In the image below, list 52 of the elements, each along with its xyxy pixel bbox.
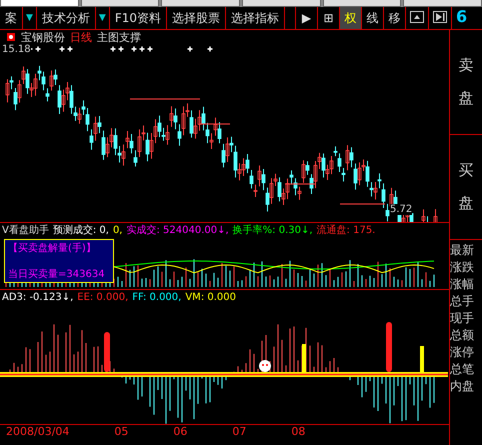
readout: AD3: -0.123↓, [2, 292, 74, 302]
period-label: 日线 [70, 30, 92, 44]
top-tab[interactable] [403, 0, 482, 7]
quote-label: 总手 [450, 293, 475, 310]
dropdown-caret[interactable]: ▼ [96, 7, 110, 29]
quote-label: 最新 [450, 242, 475, 259]
readout: 流通盘: 175. [316, 224, 376, 237]
info-box-text: 当日买卖量=343634 [8, 268, 106, 281]
readout: 换手率%: 0.30↓, [232, 224, 313, 237]
signal-bar [302, 344, 306, 372]
date-label: 07 [232, 425, 246, 439]
chart-name: 主图支撑 [97, 30, 141, 44]
top-tab[interactable] [0, 0, 79, 7]
quote-label: 总额 [450, 327, 475, 344]
edge-label: 6 [455, 7, 468, 28]
readout: 预测成交: 0, [52, 224, 109, 237]
top-tab[interactable] [322, 0, 402, 7]
signal-bar [386, 322, 392, 372]
sell-label: 卖盘 [458, 55, 474, 109]
low-price-label: 5.72 [390, 204, 412, 215]
tool-button[interactable]: 权 [340, 7, 362, 29]
top-tab[interactable] [161, 0, 240, 7]
quote-label: 涨停 [450, 344, 475, 361]
support-line [130, 98, 200, 100]
readout: 0, [112, 224, 122, 236]
date-label: 08 [291, 425, 306, 439]
readout: FF: 0.000, [132, 292, 182, 302]
quote-label: 现手 [450, 310, 475, 327]
high-price-label: 15.18 [2, 44, 31, 55]
date-label: 05 [114, 425, 128, 439]
smiley-icon [259, 360, 271, 372]
stock-bullet-icon [6, 32, 16, 42]
date-label: 2008/03/04 [6, 425, 70, 439]
quote-label: 涨跌 [450, 259, 475, 276]
readout: EE: 0.000, [77, 292, 128, 302]
top-tab[interactable] [242, 0, 321, 7]
info-box-title: 【买卖盘解量(手)】 [8, 242, 97, 255]
signal-bar [420, 346, 424, 372]
date-label: 06 [173, 425, 188, 439]
signal-bar [104, 332, 110, 372]
quote-label: 内盘 [450, 378, 475, 395]
readout: VM: 0.000 [185, 292, 236, 302]
panel-title: V看盘助手 [2, 224, 49, 237]
skip-end-icon [433, 10, 448, 22]
quote-label: 涨幅 [450, 276, 475, 293]
panel-up-icon [410, 10, 424, 22]
readout: 实成交: 524040.00↓, [126, 224, 229, 237]
buy-label: 买盘 [458, 160, 474, 214]
dropdown-caret[interactable]: ▼ [23, 7, 37, 29]
quote-label: 总笔 [450, 361, 475, 378]
stock-name: 宝钢股份 [21, 30, 65, 44]
top-tab[interactable] [80, 0, 160, 7]
